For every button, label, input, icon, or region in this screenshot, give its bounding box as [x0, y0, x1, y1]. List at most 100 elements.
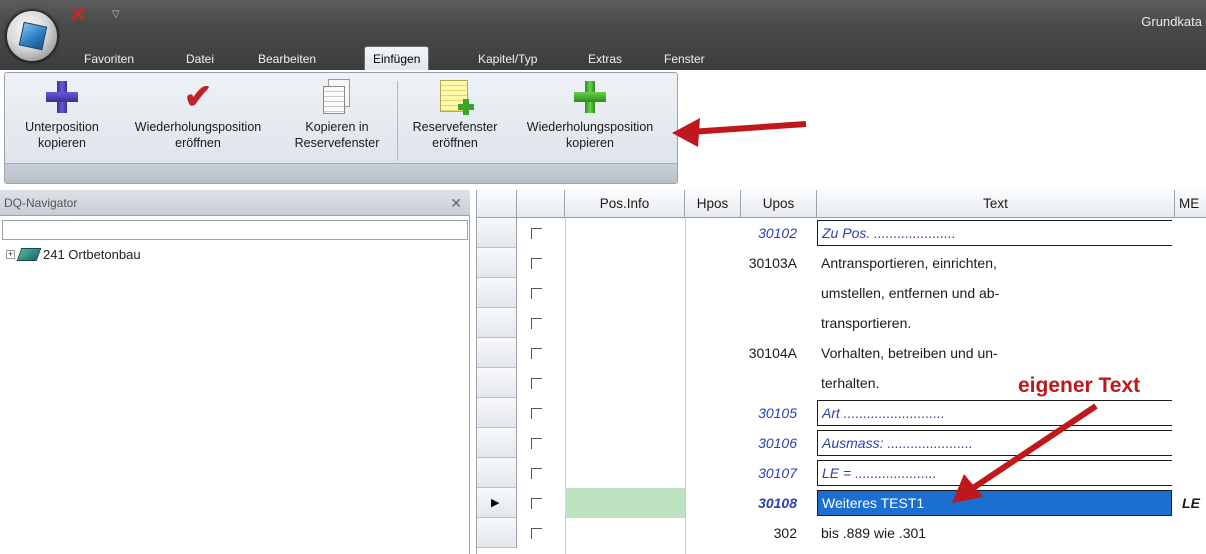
- table-row[interactable]: 30105 Art ..........................: [477, 398, 1206, 428]
- tab-kapitel-typ[interactable]: Kapitel/Typ: [478, 48, 537, 70]
- button-label: Unterposition: [25, 120, 99, 134]
- text-cell[interactable]: umstellen, entfernen und ab-: [817, 278, 1172, 308]
- row-checkbox[interactable]: [531, 228, 542, 239]
- tab-favoriten[interactable]: Favoriten: [84, 48, 134, 70]
- posinfo-cell[interactable]: [565, 488, 685, 518]
- row-selector[interactable]: ▶: [477, 488, 517, 518]
- table-row[interactable]: umstellen, entfernen und ab-: [477, 278, 1206, 308]
- tab-datei[interactable]: Datei: [186, 48, 214, 70]
- tree-expand-icon[interactable]: +: [6, 249, 15, 259]
- row-selector[interactable]: [477, 338, 517, 368]
- close-icon[interactable]: ✕: [68, 5, 88, 27]
- column-header-check[interactable]: [517, 190, 565, 218]
- column-header-text[interactable]: Text: [817, 190, 1175, 218]
- blue-plus-icon: [45, 79, 79, 115]
- table-row[interactable]: ▶ 30108 Weiteres TEST1 LE: [477, 488, 1206, 518]
- row-checkbox[interactable]: [531, 378, 542, 389]
- navigator-search-input[interactable]: [2, 220, 468, 240]
- row-checkbox[interactable]: [531, 528, 542, 539]
- text-cell[interactable]: transportieren.: [817, 308, 1172, 338]
- app-logo-icon: [18, 21, 48, 51]
- text-cell[interactable]: bis .889 wie .301: [817, 518, 1172, 548]
- table-row[interactable]: terhalten.: [477, 368, 1206, 398]
- text-cell[interactable]: Zu Pos. .....................: [817, 220, 1172, 246]
- row-selector[interactable]: [477, 218, 517, 248]
- tree-item-241-ortbetonbau[interactable]: + 241 Ortbetonbau: [6, 244, 141, 264]
- row-selector[interactable]: [477, 248, 517, 278]
- text-cell[interactable]: Ausmass: ......................: [817, 430, 1172, 456]
- upos-cell[interactable]: [721, 278, 803, 308]
- row-checkbox[interactable]: [531, 498, 542, 509]
- upos-cell[interactable]: 30106: [721, 428, 803, 458]
- tab-bearbeiten[interactable]: Bearbeiten: [258, 48, 316, 70]
- upos-cell[interactable]: [721, 308, 803, 338]
- navigator-header: DQ-Navigator ✕: [0, 190, 470, 216]
- row-selector[interactable]: [477, 278, 517, 308]
- wiederholungsposition-kopieren-button[interactable]: Wiederholungsposition kopieren: [507, 75, 673, 161]
- column-header-posinfo[interactable]: Pos.Info: [565, 190, 685, 218]
- reservefenster-eroeffnen-button[interactable]: Reservefenster eröffnen: [401, 75, 509, 161]
- ribbon-separator: [397, 81, 398, 161]
- upos-cell[interactable]: 30102: [721, 218, 803, 248]
- kopieren-in-reservefenster-button[interactable]: Kopieren in Reservefenster: [281, 75, 393, 161]
- upos-cell[interactable]: 30104A: [721, 338, 803, 368]
- unterposition-kopieren-button[interactable]: Unterposition kopieren: [9, 75, 115, 161]
- table-row[interactable]: 30104A Vorhalten, betreiben und un-: [477, 338, 1206, 368]
- row-checkbox[interactable]: [531, 408, 542, 419]
- table-row[interactable]: 30102 Zu Pos. .....................: [477, 218, 1206, 248]
- button-label: Wiederholungsposition: [134, 120, 262, 134]
- column-header-me[interactable]: ME: [1175, 190, 1206, 218]
- table-row[interactable]: 302 bis .889 wie .301: [477, 518, 1206, 548]
- row-checkbox[interactable]: [531, 318, 542, 329]
- wiederholungsposition-eroeffnen-button[interactable]: ✔ Wiederholungsposition eröffnen: [115, 75, 281, 161]
- row-checkbox[interactable]: [531, 258, 542, 269]
- navigator-close-icon[interactable]: ✕: [450, 190, 462, 216]
- row-selector[interactable]: [477, 458, 517, 488]
- text-cell[interactable]: Antransportieren, einrichten,: [817, 248, 1172, 278]
- row-selector[interactable]: [477, 368, 517, 398]
- me-cell[interactable]: LE: [1175, 488, 1206, 518]
- dq-navigator-panel: DQ-Navigator ✕ + 241 Ortbetonbau: [0, 190, 470, 554]
- upos-cell[interactable]: 30107: [721, 458, 803, 488]
- text-cell[interactable]: terhalten.: [817, 368, 1172, 398]
- row-selector[interactable]: [477, 398, 517, 428]
- row-checkbox[interactable]: [531, 348, 542, 359]
- upos-cell[interactable]: [721, 368, 803, 398]
- tab-extras[interactable]: Extras: [588, 48, 622, 70]
- table-row[interactable]: 30107 LE = .....................: [477, 458, 1206, 488]
- table-row[interactable]: transportieren.: [477, 308, 1206, 338]
- red-check-icon: ✔: [183, 78, 213, 116]
- button-label: Reservefenster: [412, 120, 498, 134]
- note-plus-icon: [438, 79, 474, 115]
- row-checkbox[interactable]: [531, 438, 542, 449]
- button-label: Kopieren in: [305, 120, 369, 134]
- tab-einfuegen[interactable]: Einfügen: [364, 46, 430, 71]
- button-label: eröffnen: [432, 136, 478, 150]
- column-header-upos[interactable]: Upos: [741, 190, 817, 218]
- text-cell[interactable]: Art ..........................: [817, 400, 1172, 426]
- text-cell[interactable]: LE = .....................: [817, 460, 1172, 486]
- row-checkbox[interactable]: [531, 468, 542, 479]
- tab-fenster[interactable]: Fenster: [664, 48, 705, 70]
- table-row[interactable]: 30106 Ausmass: ......................: [477, 428, 1206, 458]
- row-checkbox[interactable]: [531, 288, 542, 299]
- navigator-title: DQ-Navigator: [4, 196, 78, 210]
- row-selector[interactable]: [477, 518, 517, 548]
- upos-cell[interactable]: 302: [721, 518, 803, 548]
- application-menu-button[interactable]: [6, 10, 58, 62]
- row-selector[interactable]: [477, 428, 517, 458]
- ribbon: Unterposition kopieren ✔ Wiederholungspo…: [0, 70, 1206, 188]
- button-label: kopieren: [566, 136, 614, 150]
- button-label: Wiederholungsposition: [526, 120, 654, 134]
- tree-item-label: 241 Ortbetonbau: [43, 246, 141, 262]
- upos-cell[interactable]: 30105: [721, 398, 803, 428]
- upos-cell[interactable]: 30103A: [721, 248, 803, 278]
- button-label: kopieren: [38, 136, 86, 150]
- text-cell[interactable]: Vorhalten, betreiben und un-: [817, 338, 1172, 368]
- table-row[interactable]: 30103A Antransportieren, einrichten,: [477, 248, 1206, 278]
- quick-access-dropdown-icon[interactable]: ▽: [112, 9, 120, 20]
- text-cell[interactable]: Weiteres TEST1: [817, 490, 1172, 516]
- upos-cell[interactable]: 30108: [721, 488, 803, 518]
- row-selector[interactable]: [477, 308, 517, 338]
- column-header-hpos[interactable]: Hpos: [685, 190, 741, 218]
